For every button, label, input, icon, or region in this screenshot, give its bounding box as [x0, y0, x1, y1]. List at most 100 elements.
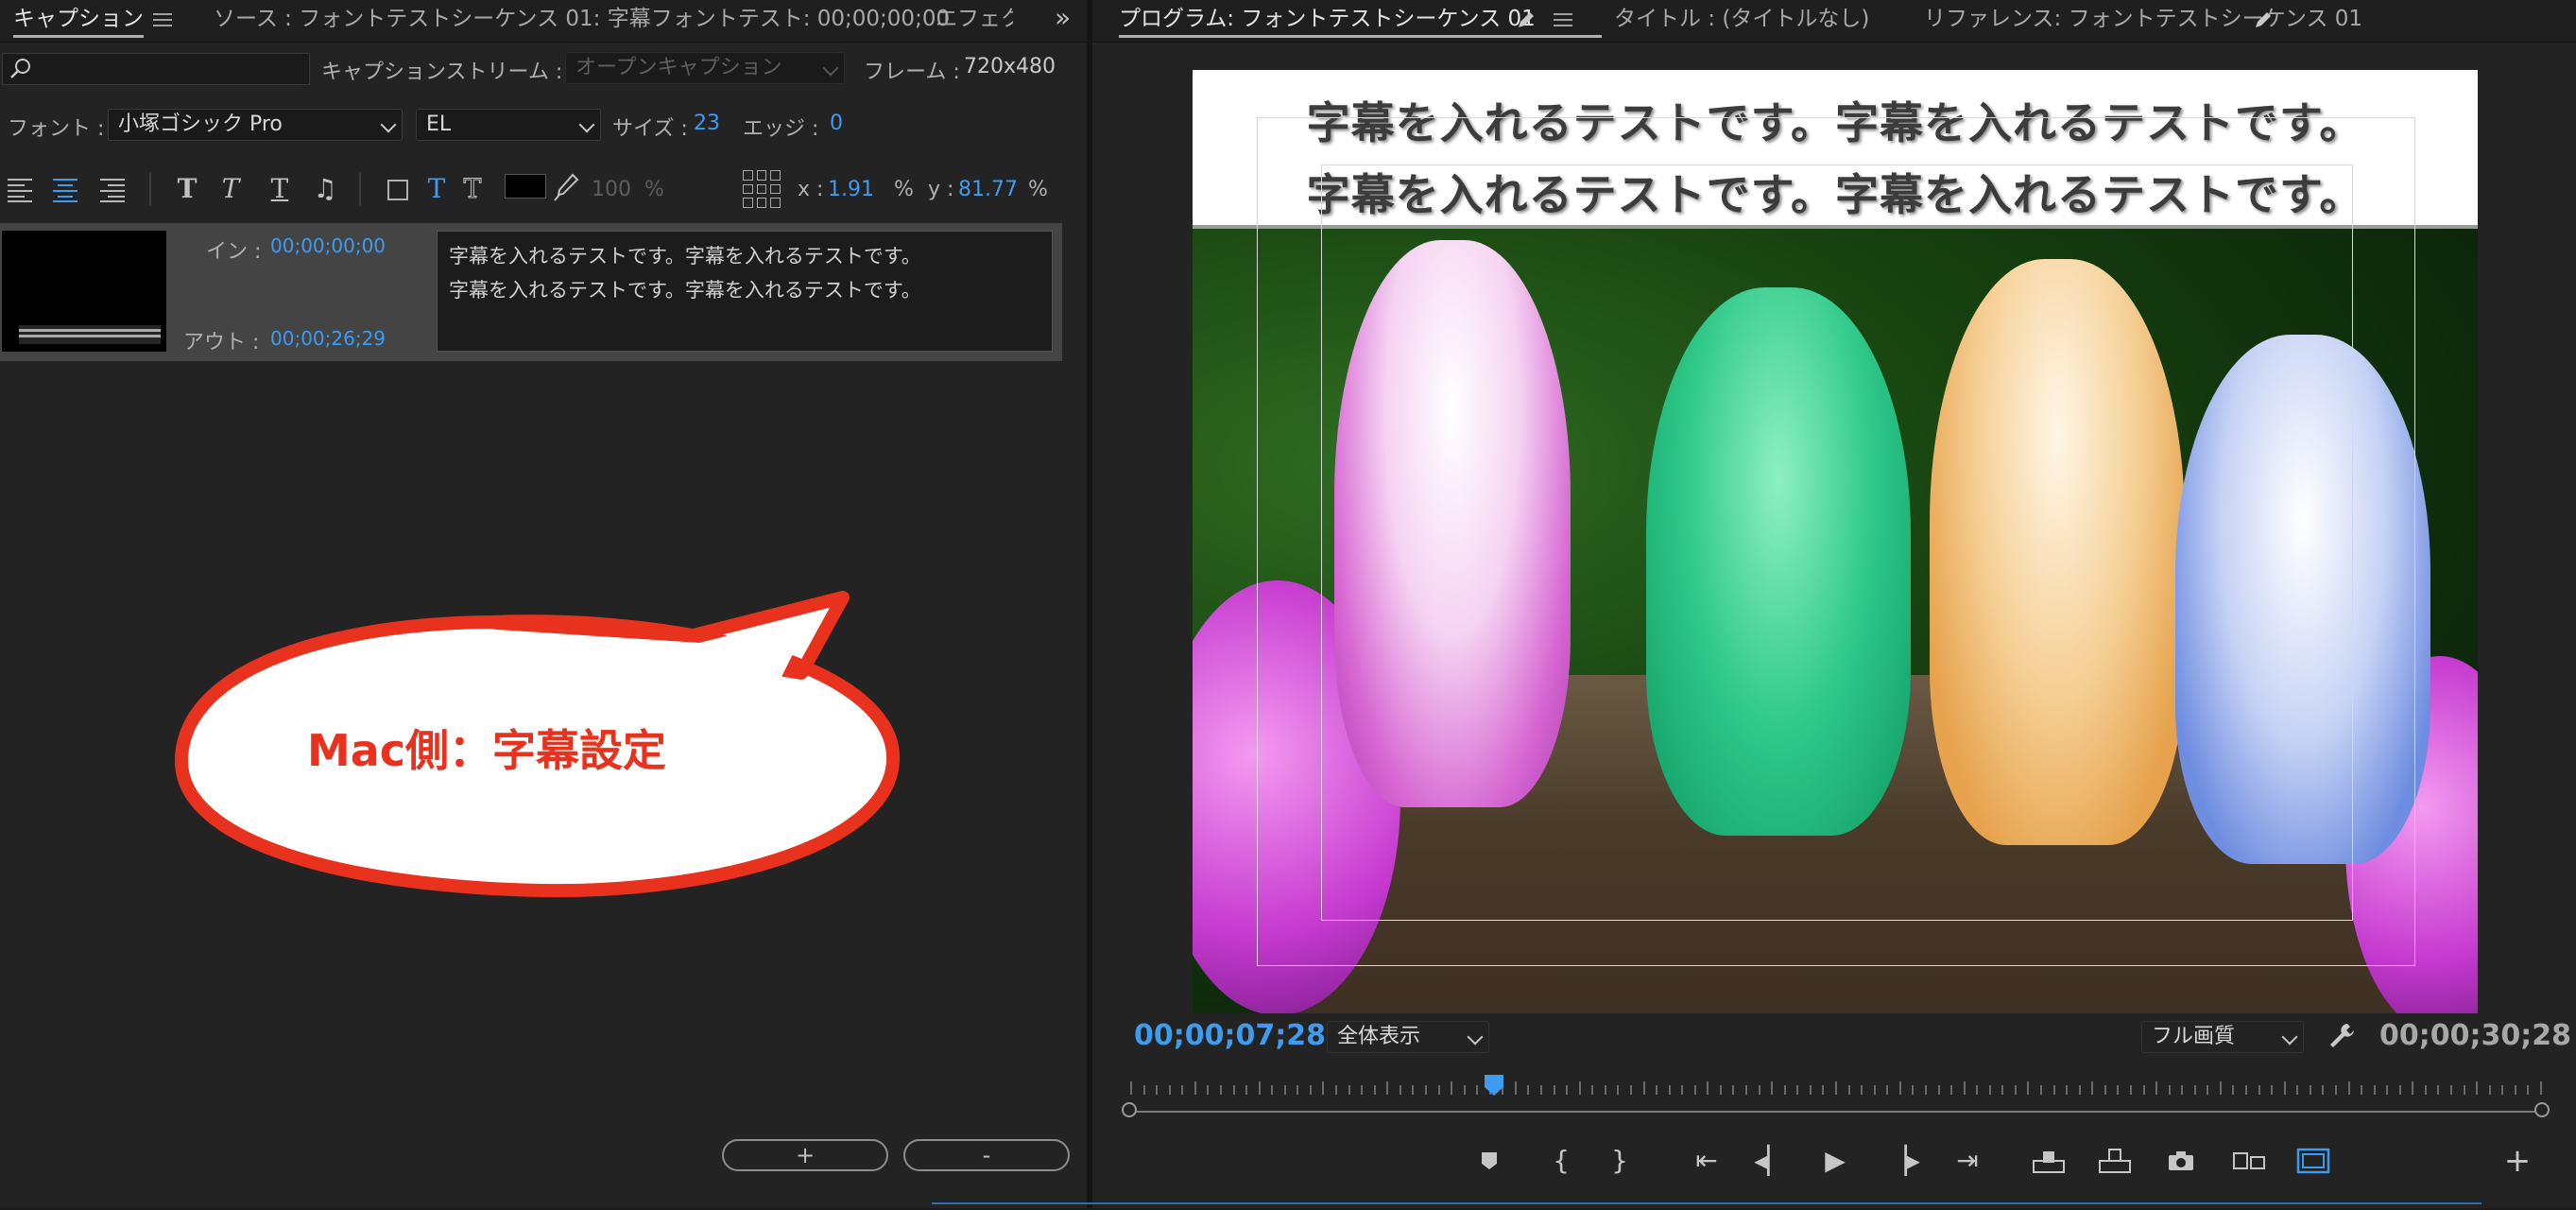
- caption-text-area[interactable]: 字幕を入れるテストです。字幕を入れるテストです。 字幕を入れるテストです。字幕を…: [437, 231, 1053, 352]
- music-note-icon[interactable]: ♫: [308, 170, 342, 208]
- tab-captions-label: キャプション: [13, 7, 144, 31]
- ruler-tick: [1451, 1081, 1453, 1095]
- ruler-tick: [2361, 1085, 2363, 1095]
- color-swatch[interactable]: [505, 174, 546, 199]
- ruler-tick: [1847, 1085, 1850, 1095]
- ruler-tick: [1283, 1085, 1286, 1095]
- panel-overflow-icon[interactable]: »: [1055, 2, 1071, 33]
- tab-source[interactable]: ソース : フォントテストシーケンス 01: 字幕フォントテスト: 00;00;…: [214, 0, 950, 42]
- timeline-ruler[interactable]: [1121, 1078, 2542, 1100]
- caption-in-value[interactable]: 00;00;00;00: [270, 234, 386, 257]
- search-icon: [10, 59, 30, 78]
- chevron-down-icon: [380, 116, 397, 133]
- compare-view-icon[interactable]: [2228, 1140, 2270, 1182]
- ruler-tick: [1142, 1085, 1145, 1095]
- mark-out-icon[interactable]: }: [1599, 1140, 1640, 1182]
- captions-menu-icon[interactable]: [153, 11, 172, 28]
- align-center-icon[interactable]: [51, 175, 79, 203]
- timeline-scrollbar[interactable]: [1130, 1111, 2540, 1113]
- ruler-tick: [1156, 1085, 1159, 1095]
- go-to-out-icon[interactable]: ⇥: [1947, 1140, 1988, 1182]
- scrollbar-left-handle[interactable]: [1122, 1102, 1137, 1117]
- ruler-tick: [1912, 1085, 1915, 1095]
- toolbar-divider: [359, 172, 361, 206]
- text-color-icon[interactable]: T: [420, 170, 454, 208]
- playhead[interactable]: [1484, 1074, 1504, 1097]
- ruler-tick: [1578, 1081, 1581, 1095]
- y-value[interactable]: 81.77: [958, 178, 1018, 201]
- quality-select[interactable]: フル画質: [2141, 1021, 2304, 1053]
- ruler-tick: [2091, 1081, 2094, 1095]
- ruler-tick: [1207, 1085, 1210, 1095]
- camera-icon[interactable]: [2160, 1140, 2202, 1182]
- caption-out-value[interactable]: 00;00;26;29: [270, 327, 386, 350]
- ruler-tick: [2040, 1085, 2043, 1095]
- ruler-tick: [2334, 1085, 2337, 1095]
- ruler-tick: [2014, 1085, 2017, 1095]
- background-color-icon[interactable]: [387, 180, 408, 200]
- eyedropper-icon[interactable]: [552, 172, 580, 204]
- ruler-tick: [1861, 1085, 1863, 1095]
- step-forward-icon[interactable]: ▕▸: [1882, 1140, 1924, 1182]
- extract-icon[interactable]: [2094, 1140, 2136, 1182]
- ruler-tick: [2168, 1085, 2171, 1095]
- bold-icon[interactable]: T: [170, 170, 204, 208]
- safe-margins-icon[interactable]: [2293, 1140, 2334, 1182]
- tab-program[interactable]: プログラム: フォントテストシーケンス 01: [1119, 0, 1602, 42]
- program-video-frame[interactable]: 字幕を入れるテストです。字幕を入れるテストです。 字幕を入れるテストです。字幕を…: [1193, 70, 2478, 1013]
- ruler-tick: [1796, 1085, 1799, 1095]
- ruler-tick: [2412, 1081, 2414, 1095]
- current-timecode[interactable]: 00;00;07;28: [1134, 1019, 1326, 1052]
- underline-icon[interactable]: T: [263, 170, 297, 208]
- text-outline-icon[interactable]: T: [455, 170, 489, 208]
- align-left-icon[interactable]: [6, 175, 34, 203]
- ruler-tick: [1822, 1085, 1825, 1095]
- ruler-tick: [2347, 1081, 2350, 1095]
- edge-value[interactable]: 0: [830, 112, 843, 135]
- ruler-tick: [2129, 1085, 2132, 1095]
- stream-label: キャプションストリーム :: [321, 60, 563, 84]
- caption-search-input[interactable]: [2, 53, 310, 85]
- lift-icon[interactable]: [2028, 1140, 2069, 1182]
- frame-label: フレーム :: [864, 60, 960, 84]
- caption-row[interactable]: イン : 00;00;00;00 アウト : 00;00;26;29 字幕を入れ…: [0, 223, 1062, 361]
- zoom-select[interactable]: 全体表示: [1327, 1021, 1489, 1053]
- tab-title[interactable]: タイトル : (タイトルなし): [1614, 0, 1869, 42]
- mark-in-icon[interactable]: {: [1540, 1140, 1582, 1182]
- ruler-tick: [1681, 1085, 1684, 1095]
- program-menu-icon[interactable]: [1554, 11, 1572, 28]
- tab-reference[interactable]: リファレンス: フォントテストシーケンス 01: [1924, 0, 2362, 42]
- add-marker-icon[interactable]: [1468, 1140, 1510, 1182]
- size-value[interactable]: 23: [694, 112, 720, 135]
- chevron-down-icon: [1467, 1028, 1484, 1046]
- opacity-value[interactable]: 100: [592, 178, 631, 201]
- x-percent: %: [894, 178, 914, 201]
- caption-text-line-2: 字幕を入れるテストです。字幕を入れるテストです。: [449, 279, 921, 302]
- left-tab-bar: キャプション ソース : フォントテストシーケンス 01: 字幕フォントテスト:…: [0, 0, 1087, 43]
- pencil-icon[interactable]: [2253, 9, 2274, 30]
- ruler-tick: [1745, 1085, 1748, 1095]
- wrench-icon[interactable]: [2327, 1021, 2357, 1051]
- stream-select[interactable]: オープンキャプション: [565, 52, 845, 84]
- go-to-in-icon[interactable]: ⇤: [1686, 1140, 1727, 1182]
- ruler-tick: [1937, 1085, 1940, 1095]
- add-caption-button[interactable]: +: [722, 1139, 888, 1171]
- italic-icon[interactable]: T: [214, 170, 248, 208]
- play-icon[interactable]: ▶: [1814, 1140, 1856, 1182]
- scrollbar-right-handle[interactable]: [2534, 1102, 2550, 1117]
- align-right-icon[interactable]: [98, 175, 127, 203]
- ruler-tick: [2155, 1081, 2158, 1095]
- font-weight-select[interactable]: EL: [416, 109, 601, 141]
- pencil-icon[interactable]: [1516, 9, 1537, 30]
- ruler-tick: [1219, 1085, 1222, 1095]
- x-value[interactable]: 1.91: [828, 178, 874, 201]
- step-back-icon[interactable]: ◂▏: [1750, 1140, 1792, 1182]
- add-button-icon[interactable]: +: [2497, 1140, 2538, 1182]
- font-select[interactable]: 小塚ゴシック Pro: [108, 109, 403, 141]
- remove-caption-button[interactable]: -: [903, 1139, 1070, 1171]
- tab-captions[interactable]: キャプション: [13, 0, 144, 42]
- ruler-tick: [1245, 1085, 1248, 1095]
- tab-effects[interactable]: エフェク: [936, 0, 1013, 42]
- ruler-tick: [1835, 1081, 1837, 1095]
- position-grid-icon[interactable]: [743, 170, 781, 208]
